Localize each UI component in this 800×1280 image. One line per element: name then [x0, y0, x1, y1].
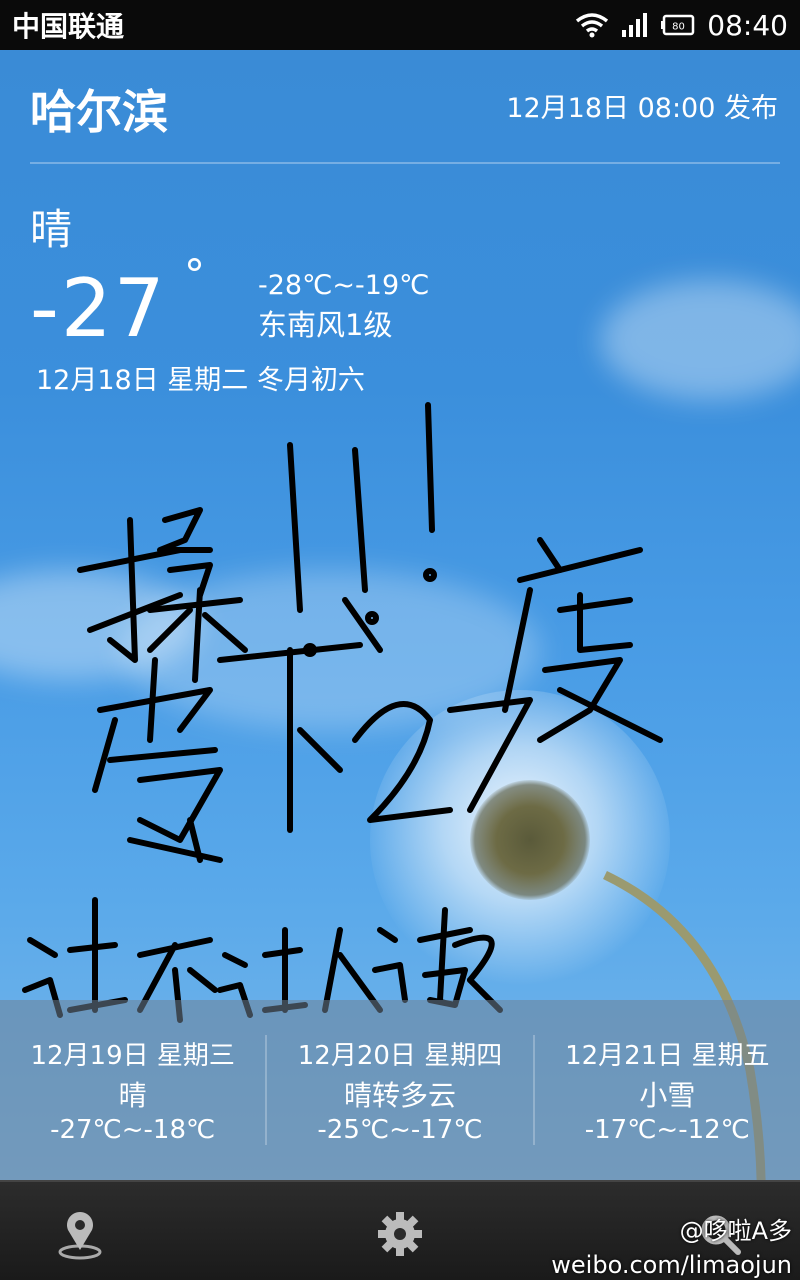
- carrier-name: 中国联通: [12, 10, 125, 43]
- battery-level: 80: [672, 22, 685, 33]
- gear-icon: [378, 1212, 422, 1256]
- location-pin-icon: [58, 1212, 102, 1260]
- forecast-condition: 小雪: [639, 1078, 696, 1112]
- weather-panel: 哈尔滨 12月18日 08:00 发布 晴 -27 ° -28℃~-19℃ 东南…: [0, 50, 800, 1180]
- forecast-temp-range: -17℃~-12℃: [584, 1115, 750, 1145]
- signal-icon: [622, 13, 648, 37]
- status-time: 08:40: [707, 8, 788, 42]
- forecast-temp-range: -27℃~-18℃: [50, 1115, 216, 1145]
- watermark-url: weibo.com/limaojun: [551, 1251, 792, 1279]
- location-button[interactable]: [50, 1204, 110, 1264]
- forecast-condition: 晴: [118, 1078, 147, 1112]
- forecast-day: 12月20日 星期四 晴转多云 -25℃~-17℃: [267, 1035, 535, 1145]
- forecast-date: 12月19日 星期三: [30, 1041, 235, 1071]
- forecast-day: 12月21日 星期五 小雪 -17℃~-12℃: [535, 1035, 800, 1145]
- forecast-temp-range: -25℃~-17℃: [317, 1115, 483, 1145]
- bottom-nav-bar: @哆啦A多 weibo.com/limaojun: [0, 1180, 800, 1280]
- forecast-condition: 晴转多云: [343, 1078, 456, 1112]
- watermark-handle: @哆啦A多: [679, 1217, 792, 1245]
- forecast-strip: 12月19日 星期三 晴 -27℃~-18℃ 12月20日 星期四 晴转多云 -…: [0, 1000, 800, 1180]
- settings-button[interactable]: [370, 1204, 430, 1264]
- status-bar: 中国联通 80 08:40: [0, 0, 800, 50]
- watermark: @哆啦A多 weibo.com/limaojun: [551, 1214, 792, 1280]
- wifi-icon: [576, 13, 609, 38]
- status-icons: 80 08:40: [575, 9, 788, 42]
- forecast-date: 12月21日 星期五: [565, 1041, 770, 1071]
- forecast-day: 12月19日 星期三 晴 -27℃~-18℃: [0, 1035, 268, 1145]
- battery-icon: 80: [661, 14, 695, 36]
- forecast-date: 12月20日 星期四: [297, 1041, 503, 1071]
